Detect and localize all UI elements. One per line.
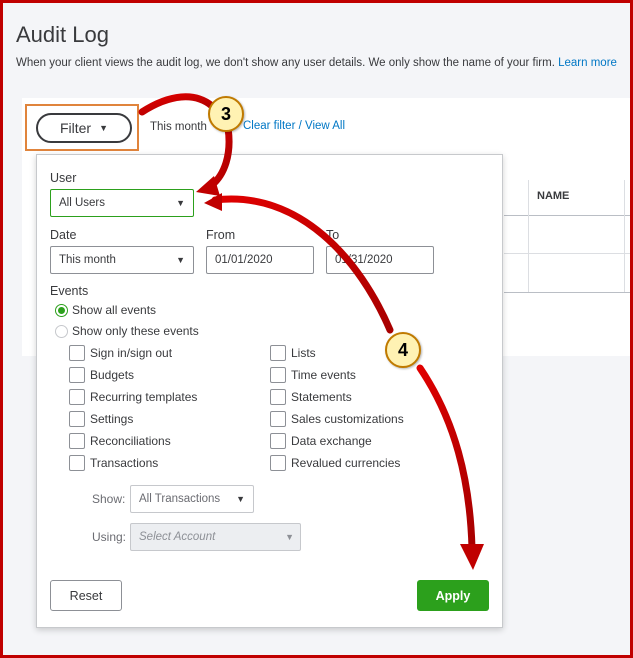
checkbox-label: Transactions bbox=[90, 456, 159, 470]
clear-filter-link[interactable]: Clear filter / View All bbox=[243, 120, 345, 132]
show-all-events-label[interactable]: Show all events bbox=[72, 303, 156, 317]
account-select[interactable]: Select Account ▼ bbox=[130, 523, 301, 551]
checkbox-data-exchange[interactable] bbox=[270, 433, 286, 449]
filter-dropdown-panel: User All Users ▼ Date This month ▼ From … bbox=[36, 154, 503, 628]
column-divider bbox=[528, 180, 529, 292]
active-filter-text: This month bbox=[150, 121, 207, 133]
from-date-input[interactable]: 01/01/2020 bbox=[206, 246, 314, 274]
checkbox-label: Data exchange bbox=[291, 434, 372, 448]
column-divider bbox=[624, 180, 625, 292]
events-label: Events bbox=[50, 284, 89, 298]
checkbox-label: Statements bbox=[291, 390, 352, 404]
checkbox-label: Budgets bbox=[90, 368, 135, 382]
checkbox-statements[interactable] bbox=[270, 389, 286, 405]
checkbox-label: Reconciliations bbox=[90, 434, 171, 448]
caret-down-icon: ▼ bbox=[236, 494, 245, 504]
checkbox-label: Revalued currencies bbox=[291, 456, 401, 470]
step-4-badge: 4 bbox=[385, 332, 421, 368]
table-row bbox=[504, 253, 630, 254]
caret-down-icon: ▼ bbox=[99, 123, 109, 133]
checkbox-sales-customizations[interactable] bbox=[270, 411, 286, 427]
page-title: Audit Log bbox=[16, 22, 109, 47]
show-only-events-radio[interactable] bbox=[55, 325, 68, 338]
checkbox-recurring-templates[interactable] bbox=[69, 389, 85, 405]
using-label: Using: bbox=[92, 530, 127, 544]
checkbox-budgets[interactable] bbox=[69, 367, 85, 383]
checkbox-label: Recurring templates bbox=[90, 390, 198, 404]
date-select[interactable]: This month ▼ bbox=[50, 246, 194, 274]
checkbox-transactions[interactable] bbox=[69, 455, 85, 471]
account-select-placeholder: Select Account bbox=[139, 531, 216, 543]
checkbox-settings[interactable] bbox=[69, 411, 85, 427]
to-label: To bbox=[326, 228, 340, 242]
show-label: Show: bbox=[92, 492, 126, 506]
show-only-events-label[interactable]: Show only these events bbox=[72, 324, 199, 338]
checkbox-time-events[interactable] bbox=[270, 367, 286, 383]
to-date-value: 01/31/2020 bbox=[335, 254, 393, 266]
caret-down-icon: ▼ bbox=[176, 255, 185, 265]
column-header-name[interactable]: NAME bbox=[537, 190, 569, 202]
table-row bbox=[504, 292, 630, 293]
show-transactions-select[interactable]: All Transactions ▼ bbox=[130, 485, 254, 513]
apply-button[interactable]: Apply bbox=[417, 580, 489, 611]
date-label: Date bbox=[50, 228, 77, 242]
subtitle-text: When your client views the audit log, we… bbox=[16, 57, 555, 69]
show-select-value: All Transactions bbox=[139, 493, 221, 505]
show-all-events-radio[interactable] bbox=[55, 304, 68, 317]
from-label: From bbox=[206, 228, 236, 242]
checkbox-sign-in[interactable] bbox=[69, 345, 85, 361]
reset-button[interactable]: Reset bbox=[50, 580, 122, 611]
filter-button-label: Filter bbox=[59, 120, 92, 136]
checkbox-reconciliations[interactable] bbox=[69, 433, 85, 449]
checkbox-label: Sales customizations bbox=[291, 412, 404, 426]
filter-button[interactable]: Filter ▼ bbox=[36, 113, 132, 143]
checkbox-revalued-currencies[interactable] bbox=[270, 455, 286, 471]
checkbox-label: Settings bbox=[90, 412, 134, 426]
caret-down-icon: ▼ bbox=[285, 532, 294, 542]
user-label: User bbox=[50, 171, 77, 185]
page-subtitle: When your client views the audit log, we… bbox=[16, 57, 630, 69]
user-select[interactable]: All Users ▼ bbox=[50, 189, 194, 217]
checkbox-label: Lists bbox=[291, 346, 316, 360]
checkbox-label: Sign in/sign out bbox=[90, 346, 173, 360]
user-select-value: All Users bbox=[59, 197, 106, 209]
caret-down-icon: ▼ bbox=[176, 198, 185, 208]
learn-more-link[interactable]: Learn more bbox=[558, 57, 617, 69]
checkbox-label: Time events bbox=[291, 368, 356, 382]
step-3-badge: 3 bbox=[208, 96, 244, 132]
date-select-value: This month bbox=[59, 254, 116, 266]
checkbox-lists[interactable] bbox=[270, 345, 286, 361]
from-date-value: 01/01/2020 bbox=[215, 254, 273, 266]
to-date-input[interactable]: 01/31/2020 bbox=[326, 246, 434, 274]
